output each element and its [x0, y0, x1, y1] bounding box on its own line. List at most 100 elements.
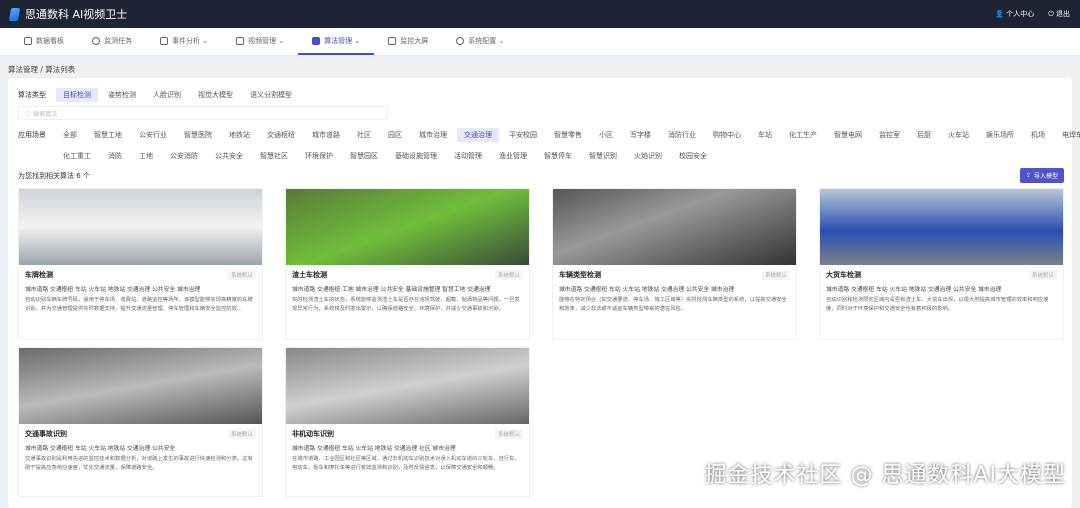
- algorithm-card[interactable]: 车牌检测系统默认 城市道路 交通枢纽 车站 火车站 地铁站 交通治理 公共安全 …: [18, 188, 263, 340]
- filter-chip[interactable]: 化工重工: [56, 149, 98, 163]
- filter-chip[interactable]: 消防行业: [661, 128, 703, 142]
- card-title: 大货车检测: [826, 270, 861, 280]
- nav-video[interactable]: 视频管理 ⌄: [222, 28, 298, 55]
- main-nav: 数据看板 监测任务 事件分析 ⌄ 视频管理 ⌄ 算法管理 ⌄ 监控大屏 系统配置…: [0, 28, 1080, 56]
- card-description: 交通事故识别是利用先进的监控技术和数据分析，对道路上发生的事故进行快速检测和分类…: [25, 455, 256, 473]
- filter-chip[interactable]: 智慧识别: [582, 149, 624, 163]
- filter-chip[interactable]: 城市治理: [412, 128, 454, 142]
- filter-chip[interactable]: 公共安全: [208, 149, 250, 163]
- algorithm-thumbnail: [286, 348, 529, 424]
- card-description: 自动识别和检测限定区域内是否有渣土车、大货车出现，以极大地提高城市管理的效率和响…: [826, 296, 1057, 314]
- nav-monitor-screen[interactable]: 监控大屏: [374, 28, 442, 55]
- import-model-button[interactable]: ⇪导入模型: [1020, 168, 1064, 183]
- app-title: 思通数科 AI视频卫士: [25, 6, 127, 22]
- filter-chip[interactable]: 车站: [751, 128, 779, 142]
- filter-chip[interactable]: 城市道路: [305, 128, 347, 142]
- filter-chip[interactable]: 社区: [350, 128, 378, 142]
- nav-settings[interactable]: 系统配置 ⌄: [442, 28, 518, 55]
- filter-chip[interactable]: 平安校园: [502, 128, 544, 142]
- card-tags: 城市道路 交通枢纽 车站 火车站 地铁站 交通治理 社区 城市治理: [292, 443, 523, 452]
- filter-chip[interactable]: 智慧停车: [537, 149, 579, 163]
- user-center-link[interactable]: 👤 个人中心: [995, 9, 1034, 19]
- filter-chip[interactable]: 机场: [1024, 128, 1052, 142]
- algorithm-card[interactable]: 渣土车检测系统默认 城市道路 交通枢纽 工地 城市治理 公共安全 基础设施管理 …: [285, 188, 530, 340]
- filter-chip[interactable]: 语义分割模型: [243, 88, 299, 102]
- search-placeholder: 搜索算法: [33, 109, 57, 118]
- algorithm-card[interactable]: 车辆类型检测系统默认 城市道路 交通枢纽 车站 火车站 地铁站 交通治理 公共安…: [552, 188, 797, 340]
- filter-chip[interactable]: 娱乐场所: [979, 128, 1021, 142]
- filter-chip[interactable]: 写字楼: [623, 128, 658, 142]
- nav-label: 监测任务: [104, 36, 132, 46]
- result-count: 为您找到相关算法 6 个: [18, 171, 90, 181]
- filter-chip[interactable]: 园区: [381, 128, 409, 142]
- algorithm-panel: 算法类型 目标检测姿势检测人脸识别视觉大模型语义分割模型 ○ 搜索算法 应用场景…: [8, 78, 1072, 508]
- filter-chip[interactable]: 智慧工地: [87, 128, 129, 142]
- filter-chip[interactable]: 目标检测: [56, 88, 98, 102]
- filter-chip[interactable]: 基础设施管理: [388, 149, 444, 163]
- filter-chip[interactable]: 交通枢纽: [260, 128, 302, 142]
- grid-icon: [312, 37, 320, 45]
- default-badge: 系统默认: [1029, 270, 1057, 280]
- card-title: 非机动车识别: [292, 429, 334, 439]
- logout-link[interactable]: ⏻ 退出: [1048, 9, 1070, 19]
- nav-dashboard[interactable]: 数据看板: [10, 28, 78, 55]
- card-title: 交通事故识别: [25, 429, 67, 439]
- filter-chip[interactable]: 火车站: [941, 128, 976, 142]
- filter-chip[interactable]: 视觉大模型: [191, 88, 240, 102]
- nav-tasks[interactable]: 监测任务: [78, 28, 146, 55]
- monitor-icon: [388, 37, 396, 45]
- filter-chip[interactable]: 智慧医院: [177, 128, 219, 142]
- scene-filter-row2: 化工重工消防工地公安消防公共安全智慧社区环境保护智慧园区基础设施管理活动管理渔业…: [56, 149, 717, 163]
- card-description: 实时检测渣土车的状态，系统能够监测渣土车是否存在违规驾驶、超载、抛洒物品等问题。…: [292, 296, 523, 314]
- filter-chip[interactable]: 智慧园区: [343, 149, 385, 163]
- scene-filter: 应用场景 全部智慧工地公安行业智慧医院地铁站交通枢纽城市道路社区园区城市治理交通…: [18, 128, 1080, 142]
- nav-label: 算法管理 ⌄: [324, 36, 360, 46]
- filter-chip[interactable]: 小区: [592, 128, 620, 142]
- card-description: 自动识别车辆车牌号码，适用于停车场、收费站、道路监控等场所。该模型能够实现高精度…: [25, 296, 256, 314]
- logo-icon: [9, 8, 20, 21]
- filter-chip[interactable]: 公安行业: [132, 128, 174, 142]
- type-label: 算法类型: [18, 90, 56, 100]
- nav-label: 事件分析 ⌄: [172, 36, 208, 46]
- search-input[interactable]: ○ 搜索算法: [18, 106, 388, 120]
- filter-chip[interactable]: 电焊车间: [1055, 128, 1080, 142]
- filter-chip[interactable]: 环境保护: [298, 149, 340, 163]
- bell-icon: [160, 37, 168, 45]
- filter-chip[interactable]: 购物中心: [706, 128, 748, 142]
- filter-chip[interactable]: 人脸识别: [146, 88, 188, 102]
- gear-icon: [456, 37, 464, 45]
- filter-chip[interactable]: 地铁站: [222, 128, 257, 142]
- algorithm-thumbnail: [19, 189, 262, 265]
- algorithm-thumbnail: [553, 189, 796, 265]
- card-tags: 城市道路 交通枢纽 车站 火车站 地铁站 交通治理 公共安全 城市治理: [559, 284, 790, 293]
- filter-chip[interactable]: 火焰识别: [627, 149, 669, 163]
- card-tags: 城市道路 交通枢纽 工地 城市治理 公共安全 基础设施管理 智慧工地 交通治理: [292, 284, 523, 293]
- top-bar: 思通数科 AI视频卫士 👤 个人中心 ⏻ 退出: [0, 0, 1080, 28]
- filter-chip[interactable]: 校园安全: [672, 149, 714, 163]
- default-badge: 系统默认: [495, 270, 523, 280]
- filter-chip[interactable]: 智慧社区: [253, 149, 295, 163]
- filter-chip[interactable]: 交通治理: [457, 128, 499, 142]
- filter-chip[interactable]: 活动管理: [447, 149, 489, 163]
- card-tags: 城市道路 交通枢纽 车站 火车站 地铁站 交通治理 公共安全: [25, 443, 256, 452]
- filter-chip[interactable]: 全部: [56, 128, 84, 142]
- algorithm-card[interactable]: 大货车检测系统默认 城市道路 交通枢纽 车站 火车站 地铁站 交通治理 公共安全…: [819, 188, 1064, 340]
- algorithm-card[interactable]: 非机动车识别系统默认 城市道路 交通枢纽 车站 火车站 地铁站 交通治理 社区 …: [285, 347, 530, 497]
- nav-algorithms[interactable]: 算法管理 ⌄: [298, 28, 374, 55]
- algorithm-card[interactable]: 交通事故识别系统默认 城市道路 交通枢纽 车站 火车站 地铁站 交通治理 公共安…: [18, 347, 263, 497]
- filter-chip[interactable]: 智慧零售: [547, 128, 589, 142]
- filter-chip[interactable]: 监控室: [872, 128, 907, 142]
- filter-chip[interactable]: 姿势检测: [101, 88, 143, 102]
- filter-chip[interactable]: 渔业管理: [492, 149, 534, 163]
- search-icon: [92, 37, 100, 45]
- filter-chip[interactable]: 后厨: [910, 128, 938, 142]
- filter-chip[interactable]: 公安消防: [163, 149, 205, 163]
- default-badge: 系统默认: [762, 270, 790, 280]
- filter-chip[interactable]: 消防: [101, 149, 129, 163]
- nav-events[interactable]: 事件分析 ⌄: [146, 28, 222, 55]
- filter-chip[interactable]: 工地: [132, 149, 160, 163]
- filter-chip[interactable]: 智慧电网: [827, 128, 869, 142]
- filter-chip[interactable]: 化工生产: [782, 128, 824, 142]
- user-center-label: 个人中心: [1006, 10, 1034, 18]
- card-description: 能够在特定场合（如交通要道、停车场、施工区域等）实时检测车辆类型的系统，以提高交…: [559, 296, 790, 314]
